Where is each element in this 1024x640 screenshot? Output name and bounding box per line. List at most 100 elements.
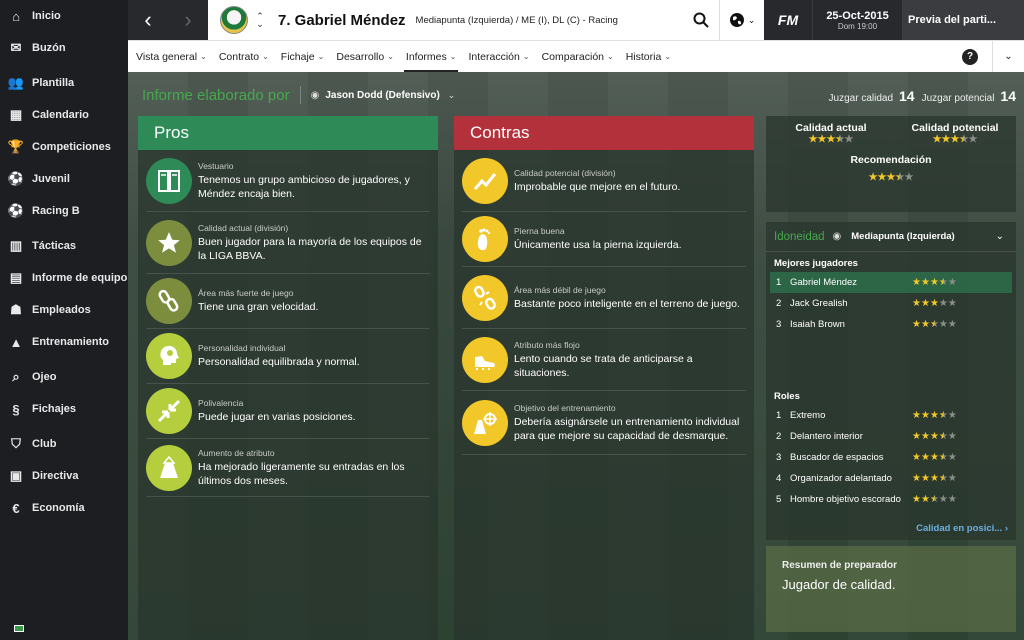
- club-badge-icon[interactable]: [220, 6, 248, 34]
- sidebar-item-team-report[interactable]: ▤ Informe de equipo: [0, 262, 128, 294]
- date-display[interactable]: 25-Oct-2015 Dom 19:00: [812, 0, 902, 40]
- star-icon: ★: [920, 452, 930, 463]
- list-item[interactable]: 3 Buscador de espacios ★★★★★: [766, 447, 1016, 468]
- scout-selector[interactable]: Jason Dodd (Defensivo): [325, 90, 439, 101]
- rating-stars: ★★★★★: [912, 410, 957, 421]
- youth-icon: ⚽: [7, 171, 25, 186]
- cons-item-category: Área más débil de juego: [514, 284, 606, 295]
- star-icon: ★: [920, 494, 930, 505]
- sidebar-item-board[interactable]: ▣ Directiva: [0, 460, 128, 492]
- list-item[interactable]: 3 Isaiah Brown ★★★★★: [766, 314, 1016, 335]
- chevron-down-icon[interactable]: ⌄: [992, 40, 1024, 73]
- tab-6[interactable]: Comparación ⌄: [536, 41, 620, 73]
- locker-icon: [146, 157, 192, 204]
- star-icon: ★: [947, 473, 957, 484]
- sub-nav-tabs: Vista general ⌄ Contrato ⌄ Fichaje ⌄ Desarroll…: [128, 40, 1024, 73]
- star-icon: ★: [817, 134, 827, 145]
- list-item[interactable]: 4 Organizador adelantado ★★★★★: [766, 468, 1016, 489]
- back-button[interactable]: ‹: [128, 0, 168, 40]
- tab-1[interactable]: Contrato ⌄: [213, 41, 275, 73]
- sidebar-item-transfers[interactable]: § Fichajes: [0, 393, 128, 425]
- player-cycle-icon[interactable]: ⌃ ⌄: [252, 12, 268, 29]
- cons-item-category: Objetivo del entrenamiento: [514, 402, 616, 413]
- flag-icon[interactable]: [14, 625, 24, 632]
- sidebar-item-training[interactable]: ▲ Entrenamiento: [0, 326, 128, 358]
- sidebar-item-home[interactable]: ⌂ Inicio: [0, 0, 128, 32]
- content-area: Informe elaborado por ◉ Jason Dodd (Defe…: [128, 72, 1024, 640]
- recommendation-stars: ★★★★★: [766, 172, 1016, 183]
- team-report-icon: ▤: [9, 270, 23, 285]
- best-players-title: Mejores jugadores: [774, 258, 858, 269]
- globe-icon[interactable]: ⌄: [720, 0, 764, 40]
- tab-4[interactable]: Informes ⌄: [400, 41, 463, 73]
- star-icon: ★: [912, 410, 921, 421]
- rating-stars: ★★★★★: [912, 298, 957, 309]
- search-icon[interactable]: [683, 0, 719, 40]
- finance-icon: €: [12, 500, 20, 516]
- list-item[interactable]: 1 Gabriel Méndez ★★★★★: [770, 272, 1012, 293]
- sidebar-item-club[interactable]: ⛉ Club: [0, 428, 128, 460]
- star-icon: ★: [929, 277, 939, 288]
- sidebar-item-reserve[interactable]: ⚽ Racing B: [0, 195, 128, 227]
- position-quality-link[interactable]: Calidad en posici... ›: [916, 523, 1008, 534]
- sidebar-item-label: Calendario: [32, 109, 89, 121]
- continue-button[interactable]: Previa del parti...: [902, 0, 1024, 40]
- player-name: 7. Gabriel Méndez: [278, 11, 406, 29]
- sidebar-item-label: Ojeo: [32, 371, 57, 383]
- forward-button[interactable]: ›: [168, 0, 208, 40]
- item-name: Jack Grealish: [790, 298, 848, 309]
- tab-2[interactable]: Fichaje ⌄: [275, 41, 331, 73]
- sidebar-item-tactics[interactable]: ▥ Tácticas: [0, 230, 128, 262]
- fm-logo[interactable]: FM: [764, 0, 812, 40]
- star-icon: ★: [920, 410, 930, 421]
- tab-3[interactable]: Desarrollo ⌄: [330, 41, 400, 73]
- rank: 3: [776, 452, 782, 463]
- rating-stars: ★★★★★: [912, 494, 957, 505]
- list-item[interactable]: 2 Jack Grealish ★★★★★: [766, 293, 1016, 314]
- tab-7[interactable]: Historia ⌄: [620, 41, 677, 73]
- sidebar-item-search[interactable]: ⌕ Ojeo: [0, 361, 128, 393]
- chevron-down-icon: ⌄: [262, 52, 269, 61]
- cons-panel: Contras Calidad potencial (división) Impr…: [454, 116, 754, 640]
- sidebar-item-youth[interactable]: ⚽ Juvenil: [0, 163, 128, 195]
- chevron-down-icon: ⌄: [449, 52, 457, 61]
- rank: 3: [776, 319, 782, 330]
- pros-item-text: Personalidad individual Personalidad equi…: [198, 343, 430, 369]
- tab-0[interactable]: Vista general ⌄: [130, 41, 213, 73]
- cons-item-category: Calidad potencial (división): [514, 167, 616, 178]
- tab-5[interactable]: Interacción ⌄: [462, 41, 535, 73]
- help-button[interactable]: ?: [962, 48, 978, 65]
- chevron-down-icon[interactable]: ⌄: [448, 90, 456, 101]
- chevron-down-icon[interactable]: ⌄: [996, 231, 1004, 242]
- pros-panel: Pros Vestuario Tenemos un grupo ambicioso…: [138, 116, 438, 640]
- date-main: 25-Oct-2015: [826, 9, 889, 22]
- list-item[interactable]: 5 Hombre objetivo escorado ★★★★★: [766, 489, 1016, 510]
- tab-label: Fichaje: [280, 50, 315, 63]
- sidebar-item-inbox[interactable]: ✉ Buzón: [0, 32, 128, 64]
- trend-icon: [462, 157, 508, 204]
- eye-icon: ◉: [310, 89, 320, 101]
- search-icon: ⌕: [12, 369, 20, 384]
- cons-item-description: Bastante poco inteligente en el terreno …: [514, 297, 740, 310]
- summary-title: Resumen de preparador: [782, 560, 898, 571]
- cons-item: Área más débil de juego Bastante poco int…: [462, 267, 746, 329]
- tab-label: Informes: [405, 50, 447, 63]
- tab-label: Vista general: [136, 50, 198, 63]
- cons-item-description: Únicamente usa la pierna izquierda.: [514, 239, 682, 251]
- list-item[interactable]: 2 Delantero interior ★★★★★: [766, 426, 1016, 447]
- star-icon: ★: [932, 134, 942, 145]
- sidebar-item-staff[interactable]: ☗ Empleados: [0, 294, 128, 326]
- pros-item-description: Buen jugador para la mayoría de los equi…: [198, 235, 422, 262]
- list-item[interactable]: 1 Extremo ★★★★★: [766, 405, 1016, 426]
- sidebar-item-squad[interactable]: 👥 Plantilla: [0, 67, 128, 99]
- star-icon: ★: [808, 134, 818, 145]
- sidebar-item-calendar[interactable]: ▦ Calendario: [0, 99, 128, 131]
- star-icon: ★: [920, 298, 930, 309]
- cons-item-text: Pierna buena Únicamente usa la pierna izq…: [514, 226, 746, 252]
- transfers-icon: §: [12, 401, 20, 417]
- sidebar-item-trophy[interactable]: 🏆 Competiciones: [0, 131, 128, 163]
- home-icon: ⌂: [12, 8, 20, 24]
- pros-item-description: Tenemos un grupo ambicioso de jugadores,…: [198, 173, 410, 200]
- sidebar-item-finance[interactable]: € Economía: [0, 492, 128, 524]
- suitability-header[interactable]: Idoneidad ◉ Mediapunta (Izquierda) ⌄: [766, 222, 1016, 252]
